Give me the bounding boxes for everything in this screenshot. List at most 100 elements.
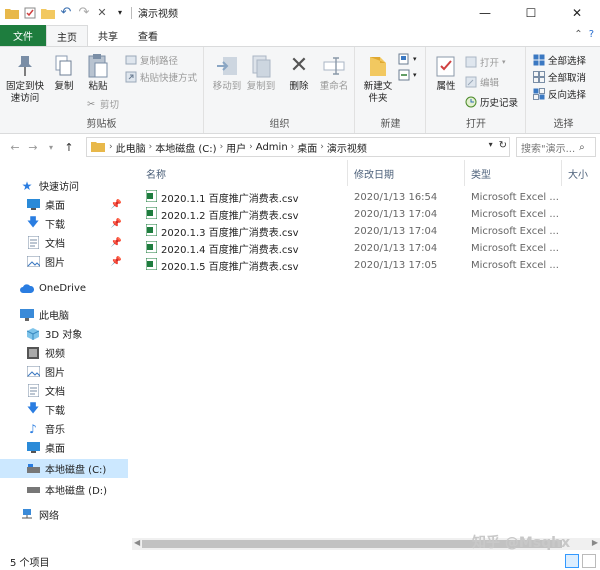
column-header-size[interactable]: 大小 xyxy=(562,160,600,186)
details-view-button[interactable] xyxy=(565,554,579,568)
forward-arrow-icon[interactable]: → xyxy=(24,141,42,154)
search-input[interactable]: 搜索"演示... xyxy=(521,140,575,155)
new-item-button[interactable]: ▾ xyxy=(398,53,417,65)
refresh-icon[interactable]: ↻ xyxy=(499,140,507,151)
minimize-button[interactable]: — xyxy=(462,0,508,25)
pin-icon[interactable]: 📌 xyxy=(111,257,122,267)
table-row[interactable]: 2020.1.4 百度推广消费表.csv 2020/1/13 17:04 Mic… xyxy=(132,240,600,257)
easy-access-button[interactable]: ▾ xyxy=(398,69,417,81)
nav-qa-documents[interactable]: 文档 📌 xyxy=(0,233,128,252)
address-dropdown-icon[interactable]: ▾ xyxy=(489,140,493,151)
back-arrow-icon[interactable]: ← xyxy=(6,141,24,154)
invert-selection-button[interactable]: 反向选择 xyxy=(533,87,586,101)
copy-button[interactable]: 复制 xyxy=(50,53,78,93)
properties-button[interactable]: 属性 xyxy=(431,53,461,93)
delete-icon: ✕ xyxy=(289,53,309,78)
table-row[interactable]: 2020.1.1 百度推广消费表.csv 2020/1/13 16:54 Mic… xyxy=(132,189,600,206)
tab-home[interactable]: 主页 xyxy=(46,25,88,46)
search-box[interactable]: 搜索"演示... ⌕ xyxy=(516,137,596,157)
new-folder-button[interactable]: 新建文件夹 xyxy=(360,53,396,105)
collapse-ribbon-icon[interactable]: ⌃ xyxy=(574,29,582,40)
move-to-button[interactable]: 移动到 xyxy=(211,53,243,93)
nav-music[interactable]: ♪ 音乐 xyxy=(0,419,128,438)
navigation-pane: ★ 快速访问 桌面 📌 🡇 下载 📌 文档 📌 图片 📌 OneDrive 此电… xyxy=(0,160,130,550)
nav-pictures[interactable]: 图片 xyxy=(0,362,128,381)
nav-documents[interactable]: 文档 xyxy=(0,381,128,400)
nav-network[interactable]: 网络 xyxy=(0,505,128,524)
close-button[interactable]: ✕ xyxy=(554,0,600,25)
nav-3d-objects[interactable]: 3D 对象 xyxy=(0,324,128,343)
large-icons-view-button[interactable] xyxy=(582,554,596,568)
breadcrumb-desktop[interactable]: 桌面 xyxy=(297,140,317,155)
pictures-icon xyxy=(26,255,40,269)
edit-button[interactable]: 编辑 xyxy=(465,75,499,89)
undo-icon[interactable]: ↶ xyxy=(59,5,73,20)
column-header-name[interactable]: 名称 xyxy=(140,160,348,186)
properties-check-icon[interactable] xyxy=(23,6,37,20)
delete-x-icon[interactable]: ✕ xyxy=(95,6,109,20)
select-none-button[interactable]: 全部取消 xyxy=(533,70,586,84)
up-arrow-icon[interactable]: ↑ xyxy=(60,141,78,154)
recent-locations-icon[interactable]: ▾ xyxy=(42,143,60,152)
invert-selection-icon xyxy=(533,88,545,100)
nav-qa-downloads[interactable]: 🡇 下载 📌 xyxy=(0,214,128,233)
breadcrumb-drive-c[interactable]: 本地磁盘 (C:) xyxy=(155,140,216,155)
open-button[interactable]: 打开 ▾ xyxy=(465,55,506,69)
select-all-button[interactable]: 全部选择 xyxy=(533,53,586,67)
nav-onedrive[interactable]: OneDrive xyxy=(0,279,128,298)
rename-button[interactable]: 重命名 xyxy=(317,53,351,93)
new-item-icon xyxy=(398,53,410,65)
file-list: 名称 修改日期 类型 大小 2020.1.1 百度推广消费表.csv 2020/… xyxy=(132,160,600,540)
table-row[interactable]: 2020.1.3 百度推广消费表.csv 2020/1/13 17:04 Mic… xyxy=(132,223,600,240)
tab-file[interactable]: 文件 xyxy=(0,25,46,46)
breadcrumb-users[interactable]: 用户 xyxy=(226,140,246,155)
file-name: 2020.1.1 百度推广消费表.csv xyxy=(161,194,299,205)
copy-to-button[interactable]: 复制到 xyxy=(245,53,277,93)
cut-button[interactable]: ✂ 剪切 xyxy=(85,97,119,112)
nav-qa-pictures[interactable]: 图片 📌 xyxy=(0,252,128,271)
folder-icon xyxy=(5,6,19,20)
table-row[interactable]: 2020.1.5 百度推广消费表.csv 2020/1/13 17:05 Mic… xyxy=(132,257,600,274)
pin-icon[interactable]: 📌 xyxy=(111,200,122,210)
delete-button[interactable]: ✕ 删除 xyxy=(285,53,313,93)
nav-drive-d[interactable]: 本地磁盘 (D:) xyxy=(0,480,128,499)
scroll-right-icon[interactable]: ▶ xyxy=(592,538,598,547)
nav-desktop[interactable]: 桌面 xyxy=(0,438,128,457)
history-button[interactable]: 历史记录 xyxy=(465,95,518,109)
breadcrumb-this-pc[interactable]: 此电脑 xyxy=(116,140,146,155)
paste-shortcut-button[interactable]: 粘贴快捷方式 xyxy=(125,70,197,84)
new-folder-icon[interactable] xyxy=(41,6,55,20)
breadcrumb-admin[interactable]: Admin xyxy=(256,142,288,153)
customize-dropdown-icon[interactable]: ▾ xyxy=(113,6,127,20)
paste-button[interactable]: 粘贴 xyxy=(84,53,112,93)
nav-drive-c[interactable]: 本地磁盘 (C:) xyxy=(0,459,128,478)
breadcrumb-demo-video[interactable]: 演示视频 xyxy=(327,140,367,155)
address-bar[interactable]: › 此电脑 › 本地磁盘 (C:) › 用户 › Admin › 桌面 › 演示… xyxy=(86,137,510,157)
file-name: 2020.1.3 百度推广消费表.csv xyxy=(161,228,299,239)
maximize-button[interactable]: ☐ xyxy=(508,0,554,25)
scroll-left-icon[interactable]: ◀ xyxy=(134,538,140,547)
open-group-label: 打开 xyxy=(466,119,486,130)
nav-this-pc[interactable]: 此电脑 xyxy=(0,305,128,324)
column-header-type[interactable]: 类型 xyxy=(465,160,562,186)
column-header-date[interactable]: 修改日期 xyxy=(348,160,465,186)
search-icon: ⌕ xyxy=(579,141,585,153)
pin-quick-access-button[interactable]: 固定到快速访问 xyxy=(4,53,46,105)
csv-file-icon xyxy=(145,223,158,239)
new-group: 新建文件夹 ▾ ▾ 新建 xyxy=(356,47,426,133)
pin-icon[interactable]: 📌 xyxy=(111,238,122,248)
help-icon[interactable]: ? xyxy=(589,29,594,40)
nav-videos[interactable]: 视频 xyxy=(0,343,128,362)
tab-share[interactable]: 共享 xyxy=(88,25,128,46)
nav-downloads[interactable]: 🡇 下载 xyxy=(0,400,128,419)
table-row[interactable]: 2020.1.2 百度推广消费表.csv 2020/1/13 17:04 Mic… xyxy=(132,206,600,223)
nav-qa-desktop[interactable]: 桌面 📌 xyxy=(0,195,128,214)
copy-path-button[interactable]: 复制路径 xyxy=(125,53,178,67)
nav-quick-access[interactable]: ★ 快速访问 xyxy=(0,176,128,195)
organize-group: 移动到 复制到 ✕ 删除 重命名 组织 xyxy=(205,47,355,133)
status-bar: 5 个项目 xyxy=(0,552,600,570)
tab-view[interactable]: 查看 xyxy=(128,25,168,46)
csv-file-icon xyxy=(145,240,158,256)
video-icon xyxy=(26,346,40,360)
pin-icon[interactable]: 📌 xyxy=(111,219,122,229)
